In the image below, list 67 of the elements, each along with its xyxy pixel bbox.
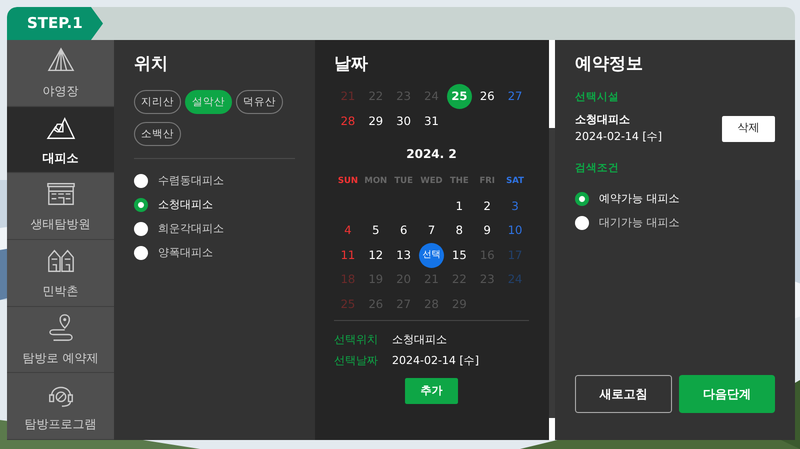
calendar-day: 17	[502, 242, 528, 268]
calendar-day[interactable]: 13	[391, 242, 416, 268]
facility-name: 소청대피소	[575, 112, 631, 128]
facility-date: 2024-02-14 [수]	[575, 128, 662, 145]
weekday-label: THE	[450, 175, 469, 188]
calendar-day[interactable]: 15	[446, 242, 472, 268]
mountain-chip[interactable]: 소백산	[134, 122, 181, 146]
weekday-label: MON	[364, 175, 388, 188]
calendar-day[interactable]: 28	[335, 108, 360, 134]
scrollbar[interactable]	[549, 40, 555, 440]
weekday-label: TUE	[394, 175, 413, 188]
summary-value: 2024-02-14 [수]	[392, 352, 480, 369]
calendar-day[interactable]: 29	[363, 108, 388, 134]
weekday-label: SAT	[506, 175, 524, 188]
calendar-day[interactable]: 31	[418, 108, 444, 134]
section-title: 날짜	[334, 54, 369, 74]
sidebar-item[interactable]: 탐방프로그램	[7, 373, 114, 440]
calendar-day[interactable]: 12	[363, 242, 388, 268]
radio-button[interactable]	[134, 198, 148, 212]
sidebar-item[interactable]: 생태탐방원	[7, 173, 114, 240]
summary-label: 선택날짜	[334, 352, 378, 369]
calendar-day[interactable]: 선택	[418, 242, 444, 268]
radio-button[interactable]	[134, 246, 148, 260]
calendar-day[interactable]: 8	[446, 218, 472, 244]
mountain-chip[interactable]: 지리산	[134, 90, 181, 114]
month-title: 2024. 2	[405, 146, 458, 164]
radio-button[interactable]	[575, 216, 589, 230]
sidebar-item[interactable]: 야영장	[7, 40, 114, 107]
calendar-day[interactable]: 5	[363, 218, 388, 244]
step-label: STEP.1	[7, 7, 103, 40]
mountain-chip[interactable]: 덕유산	[236, 90, 283, 114]
refresh-button[interactable]: 새로고침	[575, 375, 672, 413]
radio-button[interactable]	[575, 192, 589, 206]
sidebar-item[interactable]: 대피소	[7, 106, 114, 174]
calendar-day[interactable]: 11	[335, 242, 360, 268]
group-label: 검색조건	[575, 161, 620, 176]
shelter-option[interactable]: 수렴동대피소	[134, 169, 224, 194]
calendar-day: 21	[335, 84, 360, 110]
calendar-day[interactable]: 4	[335, 218, 360, 244]
shelter-option[interactable]: 희운각대피소	[134, 217, 224, 242]
calendar-day[interactable]: 26	[474, 84, 500, 110]
filter-option[interactable]: 대기가능 대피소	[575, 210, 680, 235]
sidebar-item[interactable]: 탐방로 예약제	[7, 306, 114, 374]
calendar-day: 25	[335, 292, 360, 317]
calendar-day[interactable]: 7	[418, 218, 444, 244]
shelter-option[interactable]: 소청대피소	[134, 193, 213, 218]
weekday-label: FRI	[479, 175, 495, 188]
shelter-option[interactable]: 양폭대피소	[134, 241, 213, 266]
calendar-day[interactable]: 9	[474, 218, 500, 244]
delete-button[interactable]: 삭제	[722, 116, 775, 142]
calendar-day[interactable]: 30	[391, 108, 416, 134]
group-label: 선택시설	[575, 90, 620, 106]
calendar-day[interactable]: 1	[446, 194, 472, 219]
calendar-day: 24	[502, 267, 528, 292]
weekday-label: WED	[420, 175, 443, 188]
summary-label: 선택위치	[334, 332, 378, 348]
calendar-day[interactable]: 2	[474, 194, 500, 219]
summary-value: 소청대피소	[392, 332, 447, 348]
weekday-label: SUN	[338, 175, 358, 188]
radio-button[interactable]	[134, 174, 148, 188]
radio-button[interactable]	[134, 222, 148, 236]
section-title: 예약정보	[575, 54, 644, 74]
filter-option[interactable]: 예약가능 대피소	[575, 186, 680, 211]
sidebar-item[interactable]: 민박촌	[7, 240, 114, 307]
calendar-day: 18	[335, 267, 360, 292]
section-title: 위치	[134, 54, 169, 74]
calendar-day[interactable]: 6	[391, 218, 416, 244]
